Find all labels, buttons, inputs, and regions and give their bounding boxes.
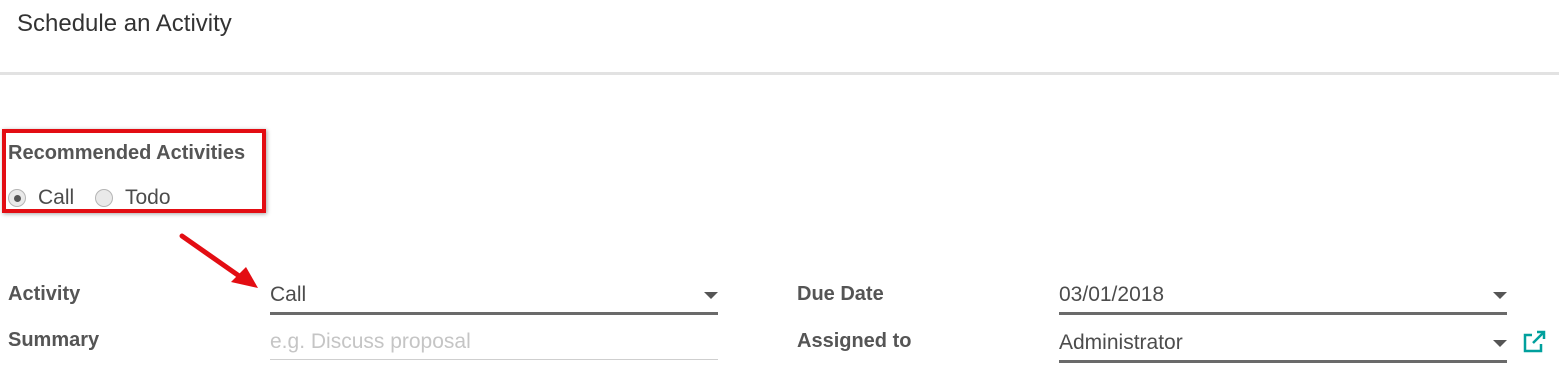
external-link-icon[interactable] bbox=[1522, 330, 1546, 354]
header-divider bbox=[0, 72, 1559, 75]
radio-call-label[interactable]: Call bbox=[38, 186, 74, 210]
caret-down-icon[interactable] bbox=[1493, 292, 1507, 299]
radio-todo-label[interactable]: Todo bbox=[125, 186, 171, 210]
summary-placeholder: e.g. Discuss proposal bbox=[270, 330, 471, 353]
caret-down-icon[interactable] bbox=[704, 292, 718, 299]
assigned-to-select[interactable]: Administrator bbox=[1059, 331, 1507, 363]
annotation-arrow-icon bbox=[179, 233, 258, 288]
due-date-field[interactable]: 03/01/2018 bbox=[1059, 283, 1507, 315]
assigned-to-value: Administrator bbox=[1059, 331, 1183, 354]
activity-label: Activity bbox=[8, 283, 81, 305]
caret-down-icon[interactable] bbox=[1493, 340, 1507, 347]
assigned-to-label: Assigned to bbox=[797, 330, 912, 352]
activity-value: Call bbox=[270, 283, 307, 306]
dialog-title: Schedule an Activity bbox=[17, 10, 232, 37]
activity-select[interactable]: Call bbox=[270, 283, 718, 315]
radio-call[interactable] bbox=[8, 189, 26, 207]
recommended-activities-title: Recommended Activities bbox=[8, 142, 246, 164]
summary-input[interactable]: e.g. Discuss proposal bbox=[270, 330, 718, 360]
radio-todo[interactable] bbox=[95, 189, 113, 207]
due-date-label: Due Date bbox=[797, 283, 884, 305]
due-date-value: 03/01/2018 bbox=[1059, 283, 1165, 306]
summary-label: Summary bbox=[8, 329, 100, 351]
